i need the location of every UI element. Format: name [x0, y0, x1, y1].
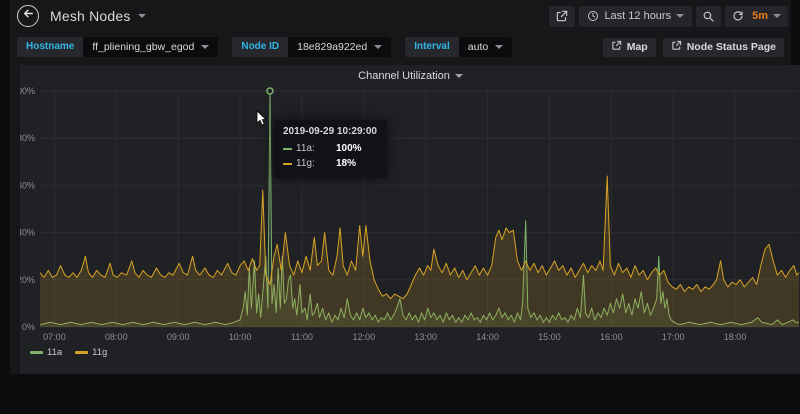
x-tick-label: 15:00: [538, 332, 561, 342]
map-link-button[interactable]: Map: [603, 38, 656, 57]
legend-item-11a[interactable]: 11a: [30, 347, 62, 358]
time-range-caret-icon: [676, 14, 684, 18]
y-tick-label: 80%: [20, 133, 35, 143]
tooltip-value-11a: 100%: [336, 141, 362, 156]
variable-interval: Interval auto: [405, 37, 512, 57]
clock-icon: [587, 10, 599, 22]
y-tick-label: 20%: [20, 275, 35, 285]
x-tick-label: 18:00: [724, 332, 747, 342]
y-tick-label: 40%: [20, 228, 35, 238]
refresh-interval-label: 5m: [752, 10, 768, 22]
refresh-caret-icon: [773, 14, 781, 18]
back-button[interactable]: [17, 5, 39, 27]
chart-svg[interactable]: 0% 20% 40% 60% 80% 100% 07:00 08:00 09:00 10:00 11…: [20, 65, 800, 343]
tooltip-series-11a: 11a:: [296, 141, 324, 156]
chart-tooltip: 2019-09-29 10:29:00 11a: 100% 11g: 18%: [274, 120, 387, 178]
top-navbar: Mesh Nodes Last 12 hours: [10, 0, 791, 32]
x-tick-label: 16:00: [600, 332, 623, 342]
share-icon: [555, 9, 569, 23]
y-tick-label: 60%: [20, 180, 35, 190]
legend-label-11a: 11a: [47, 347, 62, 358]
panel-title[interactable]: Channel Utilization: [20, 70, 800, 82]
node-status-page-link-button[interactable]: Node Status Page: [663, 38, 784, 57]
arrow-left-icon: [22, 7, 35, 25]
tooltip-value-11g: 18%: [336, 156, 356, 171]
tooltip-series-11g: 11g:: [296, 156, 324, 171]
dashboard-submenu: Hostname ff_pliening_gbw_egod Node ID 18…: [10, 35, 791, 59]
x-tick-label: 11:00: [291, 332, 313, 342]
x-tick-label: 13:00: [414, 332, 437, 342]
legend-swatch-11a: [30, 351, 43, 354]
variable-hostname: Hostname ff_pliening_gbw_egod: [17, 37, 218, 57]
mouse-cursor: [256, 111, 268, 132]
variable-hostname-value[interactable]: ff_pliening_gbw_egod: [83, 37, 218, 57]
chevron-down-icon: [201, 45, 209, 49]
legend-item-11g[interactable]: 11g: [75, 347, 107, 358]
refresh-picker[interactable]: 5m: [725, 6, 788, 27]
legend-label-11g: 11g: [92, 347, 107, 358]
variable-interval-label: Interval: [405, 37, 459, 57]
y-tick-label: 0%: [22, 322, 35, 332]
node-status-page-link-label: Node Status Page: [687, 41, 776, 53]
y-tick-label: 100%: [20, 86, 35, 96]
variable-nodeid-label: Node ID: [232, 37, 288, 57]
refresh-icon: [732, 10, 744, 22]
tooltip-timestamp: 2019-09-29 10:29:00: [283, 126, 377, 137]
channel-utilization-panel: Channel Utilization 0% 20% 40% 60% 80% 100% 07…: [20, 65, 800, 374]
variable-interval-value[interactable]: auto: [459, 37, 512, 57]
hover-point-marker: [267, 88, 273, 94]
series-fill-11g: [40, 176, 799, 327]
x-tick-label: 14:00: [476, 332, 499, 342]
tooltip-swatch-11a: [283, 148, 292, 150]
share-button[interactable]: [549, 6, 575, 27]
tooltip-row-11a: 11a: 100%: [283, 141, 377, 156]
dashboard-title[interactable]: Mesh Nodes: [50, 8, 131, 24]
legend-swatch-11g: [75, 351, 88, 354]
time-range-picker[interactable]: Last 12 hours: [579, 6, 692, 27]
x-tick-label: 08:00: [105, 332, 128, 342]
zoom-out-button[interactable]: [696, 6, 721, 27]
chevron-down-icon: [374, 45, 382, 49]
x-tick-label: 17:00: [662, 332, 685, 342]
map-link-label: Map: [627, 41, 648, 53]
chart-legend: 11a 11g: [30, 347, 107, 358]
time-range-label: Last 12 hours: [604, 10, 671, 22]
grafana-dashboard: Mesh Nodes Last 12 hours: [0, 0, 800, 414]
variable-hostname-label: Hostname: [17, 37, 83, 57]
variable-nodeid-value[interactable]: 18e829a922ed: [288, 37, 391, 57]
external-link-icon: [671, 40, 682, 54]
x-tick-label: 12:00: [353, 332, 376, 342]
x-tick-label: 07:00: [43, 332, 66, 342]
tooltip-swatch-11g: [283, 163, 292, 165]
dashboard-content: Mesh Nodes Last 12 hours: [10, 0, 791, 374]
tooltip-row-11g: 11g: 18%: [283, 156, 377, 171]
x-tick-label: 09:00: [167, 332, 190, 342]
external-link-icon: [611, 40, 622, 54]
dashboard-title-caret-icon[interactable]: [138, 14, 146, 18]
variable-nodeid: Node ID 18e829a922ed: [232, 37, 391, 57]
magnifier-icon: [702, 10, 715, 23]
chevron-down-icon: [495, 45, 503, 49]
panel-menu-caret-icon: [455, 74, 463, 78]
x-tick-label: 10:00: [229, 332, 252, 342]
